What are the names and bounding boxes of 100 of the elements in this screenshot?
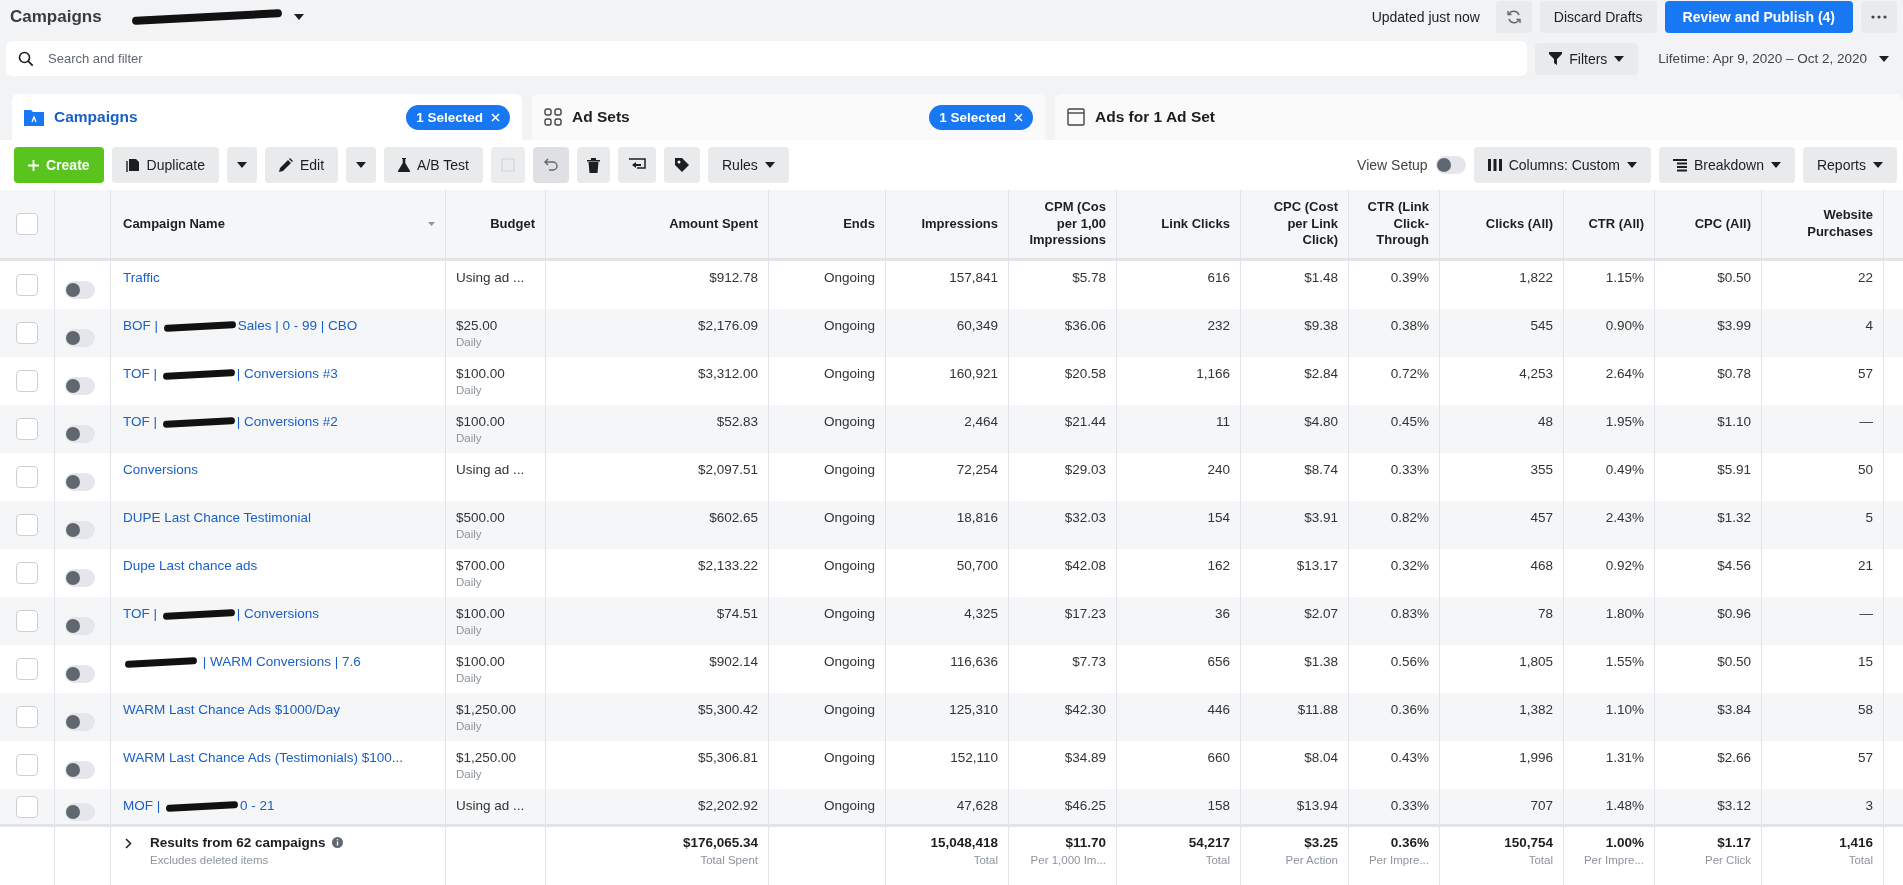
select-all-checkbox[interactable]	[16, 213, 38, 235]
campaign-name-link[interactable]: Conversions	[123, 462, 199, 477]
column-header[interactable]: CPC (Cost per Link Click)	[1273, 198, 1338, 250]
row-checkbox[interactable]	[16, 796, 38, 818]
filters-button[interactable]: Filters	[1535, 42, 1639, 75]
export-button[interactable]	[618, 147, 656, 183]
column-header[interactable]: Amount Spent	[669, 215, 758, 233]
row-checkbox[interactable]	[16, 610, 38, 632]
column-header[interactable]: Link Clicks	[1161, 215, 1230, 233]
info-icon[interactable]	[331, 837, 343, 848]
caret-icon[interactable]	[293, 13, 304, 20]
row-checkbox[interactable]	[16, 466, 38, 488]
undo-button[interactable]	[533, 147, 569, 183]
edit-menu-button[interactable]	[346, 147, 377, 183]
total-label: Per Impre...	[1368, 854, 1429, 866]
campaign-toggle[interactable]	[65, 377, 95, 395]
level-tab[interactable]: Ads for 1 Ad Set	[1055, 94, 1903, 140]
table-cell: Ongoing	[823, 270, 875, 285]
campaign-toggle[interactable]	[65, 617, 95, 635]
row-checkbox[interactable]	[16, 562, 38, 584]
total-label: Total	[1848, 854, 1873, 866]
edit-button[interactable]: Edit	[264, 147, 339, 183]
breakdown-button[interactable]: Breakdown	[1658, 147, 1795, 183]
tag-button[interactable]	[664, 147, 700, 183]
budget-value: $700.00	[456, 558, 505, 573]
campaign-name-link[interactable]: WARM Last Chance Ads (Testimonials) $100...	[123, 750, 404, 765]
column-header[interactable]: CPC (All)	[1694, 215, 1751, 233]
table-cell: $9.38	[1304, 318, 1338, 333]
column-header[interactable]: CTR (All)	[1588, 215, 1644, 233]
row-checkbox[interactable]	[16, 370, 38, 392]
campaign-name-link[interactable]: DUPE Last Chance Testimonial	[123, 510, 312, 525]
column-header[interactable]: Clicks (All)	[1485, 215, 1553, 233]
row-checkbox[interactable]	[16, 658, 38, 680]
table-cell: 468	[1530, 558, 1553, 573]
column-header[interactable]: Impressions	[921, 215, 998, 233]
close-icon[interactable]	[1014, 112, 1023, 122]
campaign-toggle[interactable]	[65, 473, 95, 491]
column-header[interactable]: Budget	[490, 215, 535, 233]
ab-test-button[interactable]: A/B Test	[384, 147, 483, 183]
discard-drafts-button[interactable]: Discard Drafts	[1539, 0, 1657, 33]
table-cell: 160,921	[949, 366, 998, 381]
campaign-toggle[interactable]	[65, 521, 95, 539]
campaign-name-link[interactable]: TOF | | Conversions #3	[123, 366, 338, 381]
refresh-button[interactable]	[1495, 0, 1532, 33]
campaign-toggle[interactable]	[65, 281, 95, 299]
table-cell: 1.80%	[1605, 606, 1644, 621]
campaign-name-link[interactable]: WARM Last Chance Ads $1000/Day	[123, 702, 341, 717]
level-tab[interactable]: Campaigns 1 Selected	[12, 94, 522, 140]
table-cell: 0.82%	[1390, 510, 1429, 525]
level-tab[interactable]: Ad Sets 1 Selected	[532, 94, 1045, 140]
campaign-name-link[interactable]: TOF | | Conversions #2	[123, 414, 338, 429]
duplicate-button[interactable]: Duplicate	[111, 147, 219, 183]
table-cell: $3.99	[1717, 318, 1751, 333]
row-checkbox[interactable]	[16, 514, 38, 536]
selection-badge[interactable]: 1 Selected	[929, 104, 1033, 130]
table-cell: 1,996	[1519, 750, 1553, 765]
campaign-name-link[interactable]: | WARM Conversions | 7.6	[123, 654, 361, 669]
review-publish-button[interactable]: Review and Publish (4)	[1664, 0, 1853, 33]
budget-value: $1,250.00	[456, 750, 517, 765]
expand-icon[interactable]	[125, 838, 132, 849]
columns-button[interactable]: Columns: Custom	[1473, 147, 1651, 183]
close-icon[interactable]	[491, 112, 500, 122]
row-checkbox[interactable]	[16, 274, 38, 296]
sort-icon[interactable]	[428, 222, 435, 226]
selection-badge[interactable]: 1 Selected	[406, 104, 510, 130]
table-cell: 47,628	[956, 798, 998, 813]
campaign-name-link[interactable]: Dupe Last chance ads	[123, 558, 258, 573]
campaign-toggle[interactable]	[65, 713, 95, 731]
campaign-name-link[interactable]: BOF | Sales | 0 - 99 | CBO	[123, 318, 358, 333]
row-checkbox[interactable]	[16, 322, 38, 344]
column-header[interactable]: Campaign Name	[123, 215, 225, 233]
table-cell: $602.65	[709, 510, 758, 525]
column-header[interactable]: CTR (Link Click- Through	[1367, 198, 1429, 250]
budget-period: Daily	[456, 720, 482, 732]
delete-button[interactable]	[577, 147, 610, 183]
row-checkbox[interactable]	[16, 754, 38, 776]
row-checkbox[interactable]	[16, 706, 38, 728]
reports-button[interactable]: Reports	[1802, 147, 1897, 183]
column-header[interactable]: Ends	[843, 215, 875, 233]
campaign-toggle[interactable]	[65, 425, 95, 443]
campaign-toggle[interactable]	[65, 761, 95, 779]
table-cell: 1.15%	[1605, 270, 1644, 285]
duplicate-menu-button[interactable]	[226, 147, 257, 183]
column-header[interactable]: CPM (Cos per 1,00 Impressions	[1029, 198, 1106, 250]
view-setup-toggle[interactable]	[1435, 156, 1466, 174]
rules-button[interactable]: Rules	[708, 147, 789, 183]
campaign-toggle[interactable]	[65, 569, 95, 587]
total-label: Total Spent	[700, 854, 758, 866]
campaign-toggle[interactable]	[65, 665, 95, 683]
campaign-name-link[interactable]: TOF | | Conversions	[123, 606, 320, 621]
campaign-name-link[interactable]: Traffic	[123, 270, 160, 285]
folder-icon	[24, 108, 44, 126]
column-header[interactable]: Website Purchases	[1807, 207, 1873, 241]
date-range-picker[interactable]: Lifetime: Apr 9, 2020 – Oct 2, 2020	[1646, 51, 1897, 66]
campaign-toggle[interactable]	[65, 803, 95, 821]
campaign-name-link[interactable]: MOF | 0 - 21	[123, 798, 275, 813]
budget-value: $25.00	[456, 318, 498, 333]
table-cell: 1.48%	[1605, 798, 1644, 813]
campaign-toggle[interactable]	[65, 329, 95, 347]
row-checkbox[interactable]	[16, 418, 38, 440]
